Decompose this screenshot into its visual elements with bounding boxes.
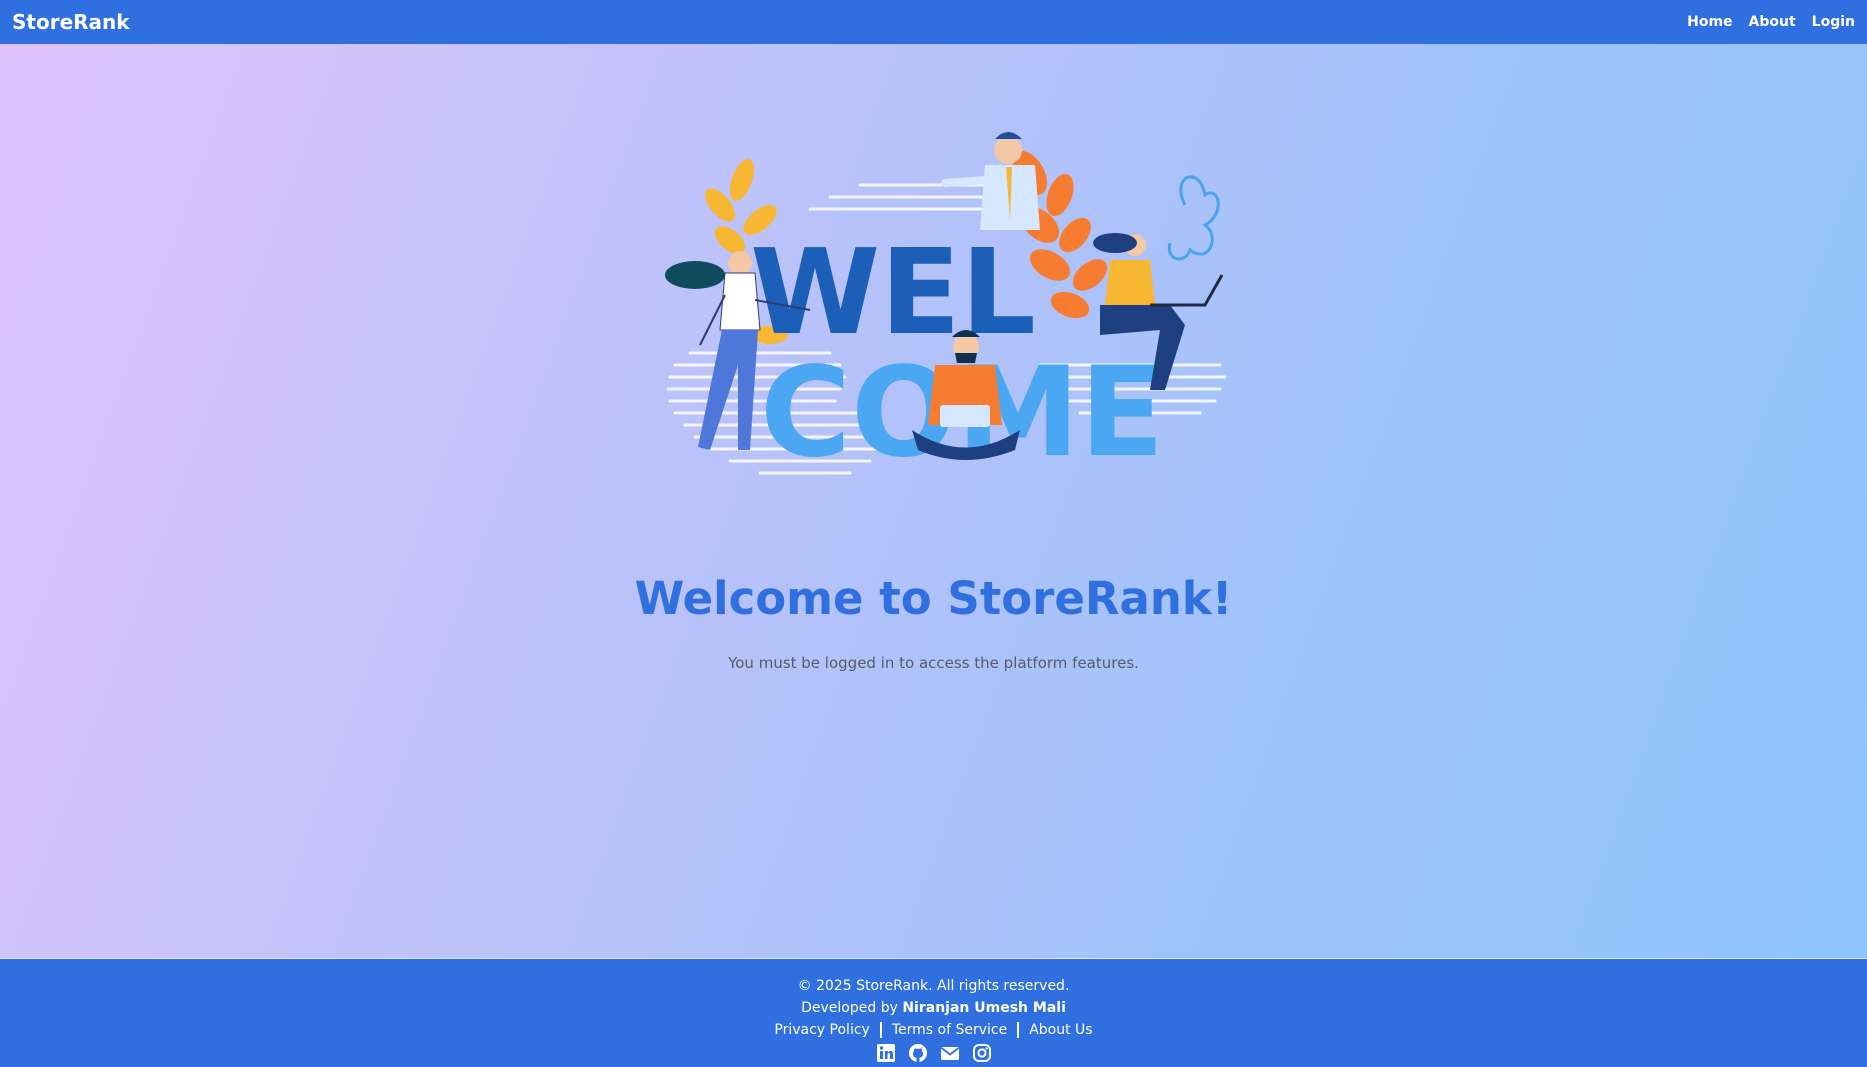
nav-login-link[interactable]: Login	[1812, 14, 1855, 30]
privacy-policy-link[interactable]: Privacy Policy	[774, 1019, 869, 1041]
instagram-icon[interactable]	[972, 1043, 992, 1063]
linkedin-icon[interactable]	[876, 1043, 896, 1063]
welcome-heading: Welcome to StoreRank!	[634, 572, 1233, 625]
link-divider	[879, 1022, 882, 1038]
footer-links: Privacy Policy Terms of Service About Us	[0, 1019, 1867, 1041]
footer: © 2025 StoreRank. All rights reserved. D…	[0, 958, 1867, 1067]
link-divider	[1017, 1022, 1020, 1038]
email-icon[interactable]	[940, 1043, 960, 1063]
github-icon[interactable]	[908, 1043, 928, 1063]
navbar: StoreRank Home About Login	[0, 0, 1867, 44]
about-us-link[interactable]: About Us	[1029, 1019, 1092, 1041]
developer-prefix: Developed by	[801, 1000, 898, 1016]
terms-of-service-link[interactable]: Terms of Service	[892, 1019, 1007, 1041]
welcome-illustration: WEL COME	[630, 125, 1230, 495]
login-required-message: You must be logged in to access the plat…	[728, 654, 1139, 672]
nav-home-link[interactable]: Home	[1687, 14, 1732, 30]
nav-links: Home About Login	[1687, 14, 1855, 30]
developer-name: Niranjan Umesh Mali	[902, 1000, 1066, 1016]
footer-developer-credit: Developed by Niranjan Umesh Mali	[0, 997, 1867, 1019]
social-links	[0, 1043, 1867, 1063]
brand-logo-link[interactable]: StoreRank	[12, 10, 130, 34]
nav-about-link[interactable]: About	[1749, 14, 1796, 30]
footer-copyright: © 2025 StoreRank. All rights reserved.	[797, 978, 1070, 994]
